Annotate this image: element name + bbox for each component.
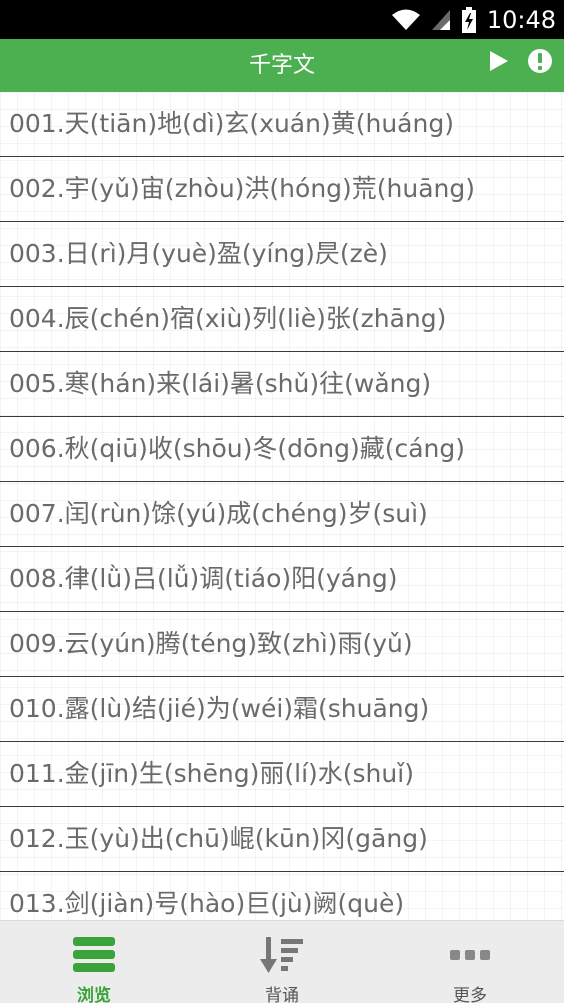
tab-recite-label: 背诵 (265, 986, 299, 1006)
title-bar: 千字文 (0, 39, 564, 92)
list-item[interactable]: 013.剑(jiàn)号(hào)巨(jù)阙(què) (0, 872, 564, 920)
play-button[interactable] (482, 47, 514, 79)
tab-browse-label: 浏览 (77, 986, 111, 1006)
verse-list[interactable]: 001.天(tiān)地(dì)玄(xuán)黄(huáng) 002.宇(yǔ… (0, 92, 564, 920)
list-item[interactable]: 004.辰(chén)宿(xiù)列(liè)张(zhāng) (0, 287, 564, 352)
list-item[interactable]: 009.云(yún)腾(téng)致(zhì)雨(yǔ) (0, 612, 564, 677)
recite-sort-icon (259, 935, 305, 975)
list-item[interactable]: 010.露(lù)结(jié)为(wéi)霜(shuāng) (0, 677, 564, 742)
tab-more-label: 更多 (453, 986, 487, 1006)
more-icon (450, 935, 490, 975)
list-item[interactable]: 007.闰(rùn)馀(yú)成(chéng)岁(suì) (0, 482, 564, 547)
status-icons: 10:48 (391, 0, 556, 39)
play-icon (487, 50, 509, 76)
status-bar: 10:48 (0, 0, 564, 39)
list-item[interactable]: 006.秋(qiū)收(shōu)冬(dōng)藏(cáng) (0, 417, 564, 482)
list-item[interactable]: 005.寒(hán)来(lái)暑(shǔ)往(wǎng) (0, 352, 564, 417)
info-icon (527, 48, 553, 78)
page-title: 千字文 (248, 53, 315, 78)
list-item[interactable]: 011.金(jīn)生(shēng)丽(lí)水(shuǐ) (0, 742, 564, 807)
status-time: 10:48 (486, 5, 556, 34)
list-item[interactable]: 001.天(tiān)地(dì)玄(xuán)黄(huáng) (0, 92, 564, 157)
list-item[interactable]: 008.律(lǜ)吕(lǚ)调(tiáo)阳(yáng) (0, 547, 564, 612)
bottom-nav: 浏览 背诵 更多 (0, 920, 564, 1006)
info-button[interactable] (524, 47, 556, 79)
tab-more[interactable]: 更多 (376, 921, 564, 1006)
wifi-icon (391, 8, 421, 32)
browse-icon (72, 935, 116, 975)
battery-charging-icon (461, 6, 477, 33)
tab-recite[interactable]: 背诵 (188, 921, 376, 1006)
list-item[interactable]: 002.宇(yǔ)宙(zhòu)洪(hóng)荒(huāng) (0, 157, 564, 222)
list-item[interactable]: 003.日(rì)月(yuè)盈(yíng)昃(zè) (0, 222, 564, 287)
list-item[interactable]: 012.玉(yù)出(chū)崐(kūn)冈(gāng) (0, 807, 564, 872)
signal-icon (431, 8, 451, 32)
tab-browse[interactable]: 浏览 (0, 921, 188, 1006)
